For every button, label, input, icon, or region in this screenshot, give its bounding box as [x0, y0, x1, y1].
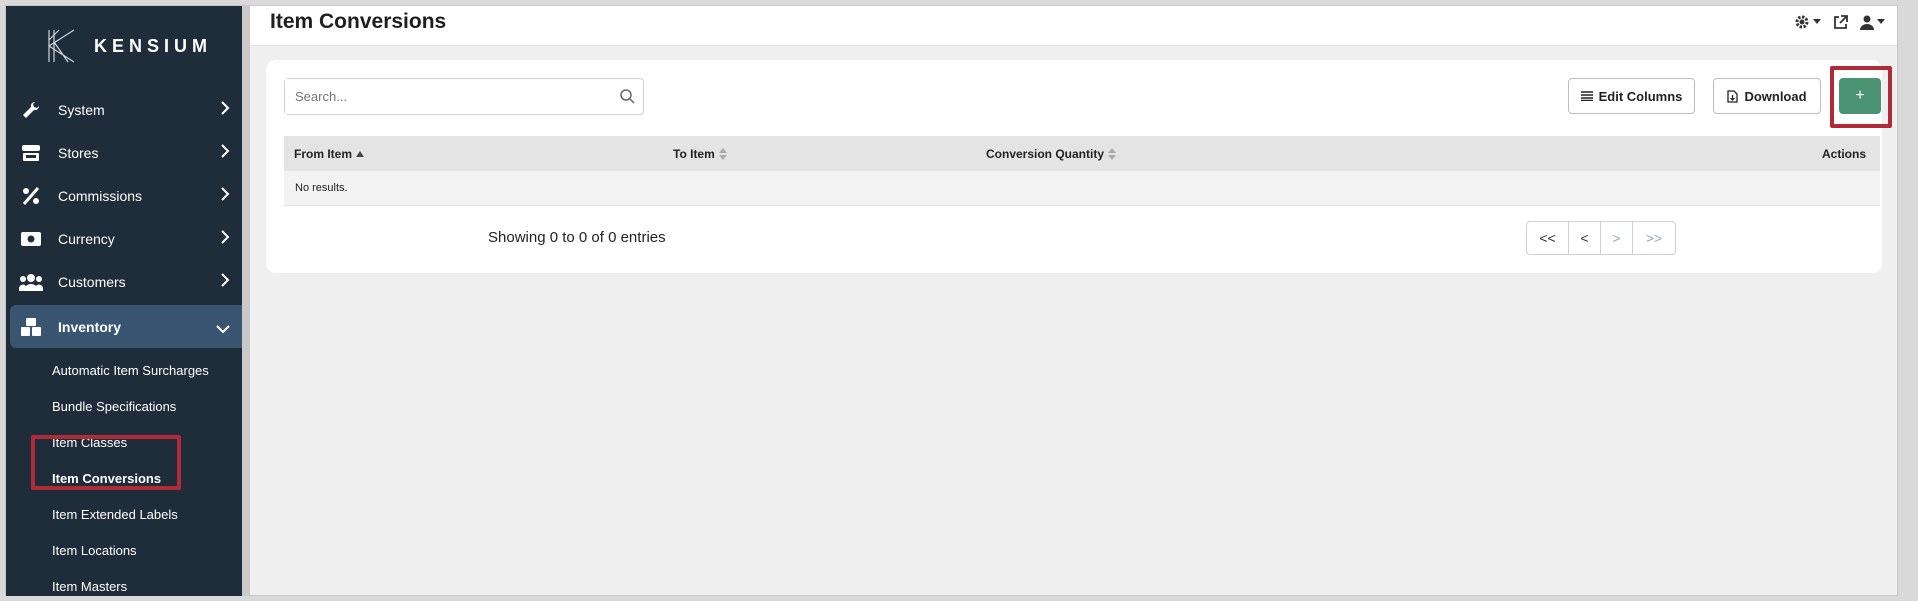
inventory-submenu: Automatic Item Surcharges Bundle Specifi…: [6, 352, 242, 596]
chevron-right-icon: [220, 273, 230, 290]
previous-page-button[interactable]: <: [1569, 222, 1601, 254]
sidebar-subitem-item-locations[interactable]: Item Locations: [6, 532, 242, 568]
chevron-right-icon: [220, 101, 230, 118]
sidebar-nav: System Stores Commissions Currency Custo…: [6, 88, 242, 596]
file-download-icon: [1727, 89, 1739, 103]
first-page-button[interactable]: <<: [1527, 222, 1569, 254]
sidebar-subitem-item-classes[interactable]: Item Classes: [6, 424, 242, 460]
page-title: Item Conversions: [270, 10, 447, 33]
column-header-to-item[interactable]: To Item: [673, 147, 727, 161]
sidebar-item-label: Inventory: [58, 318, 122, 335]
boxes-icon: [18, 317, 44, 337]
empty-message: No results.: [295, 182, 348, 194]
table-header: From Item To Item Conversion Quantity Ac…: [284, 136, 1880, 171]
search-icon: [620, 89, 635, 109]
sort-icon: [1108, 148, 1117, 160]
download-button[interactable]: Download: [1713, 78, 1821, 114]
sidebar-item-label: Currency: [58, 230, 115, 247]
sidebar: KENSIUM System Stores Commissions Curren…: [6, 6, 242, 596]
open-external-button[interactable]: [1833, 14, 1848, 30]
entries-summary: Showing 0 to 0 of 0 entries: [488, 229, 666, 246]
content-card: Edit Columns Download + From Item To Ite…: [266, 60, 1882, 273]
sidebar-scrollbar[interactable]: [242, 6, 250, 596]
chevron-right-icon: [220, 230, 230, 247]
pagination: << < > >>: [1526, 221, 1676, 255]
column-label: From Item: [294, 147, 353, 161]
percent-icon: [18, 186, 44, 206]
sidebar-subitem-automatic-item-surcharges[interactable]: Automatic Item Surcharges: [6, 352, 242, 388]
sidebar-item-label: System: [58, 101, 105, 118]
chevron-right-icon: [220, 144, 230, 161]
sidebar-subitem-item-extended-labels[interactable]: Item Extended Labels: [6, 496, 242, 532]
top-bar-actions: [1794, 14, 1885, 30]
brand-logo[interactable]: KENSIUM: [46, 26, 212, 66]
external-link-icon: [1834, 14, 1848, 29]
sort-icon: [718, 148, 727, 160]
top-bar: Item Conversions: [250, 6, 1897, 46]
column-label: Conversion Quantity: [986, 147, 1105, 161]
brand-name: KENSIUM: [94, 35, 213, 56]
last-page-button[interactable]: >>: [1633, 222, 1675, 254]
sidebar-subitem-item-masters[interactable]: Item Masters: [6, 568, 242, 596]
sidebar-item-system[interactable]: System: [6, 88, 242, 131]
caret-down-icon: [1877, 19, 1885, 24]
list-icon: [1580, 91, 1593, 101]
sidebar-item-label: Commissions: [58, 187, 143, 204]
sidebar-item-stores[interactable]: Stores: [6, 131, 242, 174]
download-label: Download: [1744, 88, 1807, 104]
user-menu-dropdown[interactable]: [1860, 15, 1885, 30]
sidebar-subitem-item-conversions[interactable]: Item Conversions: [6, 460, 242, 496]
store-icon: [18, 143, 44, 163]
sort-asc-icon: [356, 151, 365, 157]
chevron-down-icon: [216, 321, 230, 337]
caret-down-icon: [1813, 19, 1821, 24]
wrench-icon: [18, 100, 44, 120]
money-icon: [18, 229, 44, 249]
edit-columns-button[interactable]: Edit Columns: [1568, 78, 1695, 114]
sidebar-item-customers[interactable]: Customers: [6, 260, 242, 303]
sidebar-item-label: Stores: [58, 144, 99, 161]
settings-dropdown[interactable]: [1794, 14, 1821, 30]
edit-columns-label: Edit Columns: [1598, 88, 1683, 104]
search-input[interactable]: [285, 79, 605, 114]
next-page-button[interactable]: >: [1601, 222, 1633, 254]
sidebar-item-inventory[interactable]: Inventory: [10, 305, 242, 348]
column-label: To Item: [673, 147, 715, 161]
users-icon: [18, 272, 44, 292]
column-label: Actions: [1821, 147, 1866, 161]
column-header-actions: Actions: [1822, 147, 1866, 161]
column-header-conversion-quantity[interactable]: Conversion Quantity: [986, 147, 1117, 161]
search-box: [284, 78, 644, 115]
table-row-empty: No results.: [284, 171, 1880, 206]
chevron-right-icon: [220, 187, 230, 204]
sidebar-item-currency[interactable]: Currency: [6, 217, 242, 260]
add-button[interactable]: +: [1839, 78, 1881, 114]
data-table: From Item To Item Conversion Quantity Ac…: [284, 136, 1880, 206]
sidebar-item-label: Customers: [58, 273, 126, 290]
kensium-logo-icon: [48, 29, 75, 63]
column-header-from-item[interactable]: From Item: [294, 147, 365, 161]
sidebar-subitem-bundle-specifications[interactable]: Bundle Specifications: [6, 388, 242, 424]
gear-icon: [1795, 15, 1809, 29]
user-icon: [1860, 15, 1874, 30]
sidebar-item-commissions[interactable]: Commissions: [6, 174, 242, 217]
